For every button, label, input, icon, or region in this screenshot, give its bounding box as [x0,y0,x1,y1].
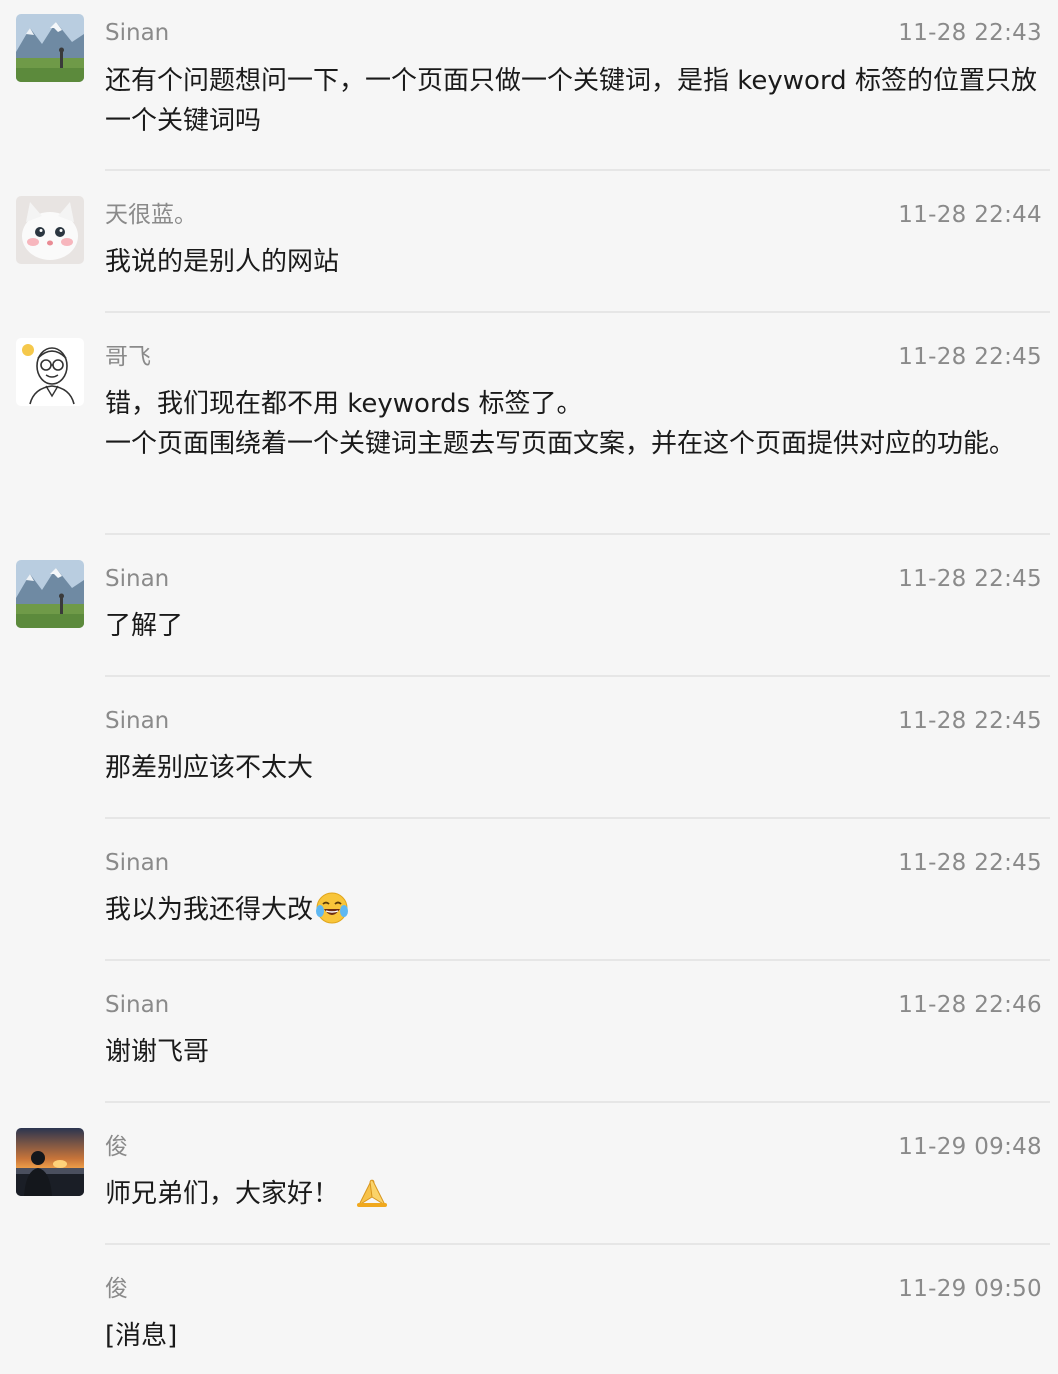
message-text[interactable]: 还有个问题想问一下，一个页面只做一个关键词，是指 keyword 标签的位置只放… [105,61,1043,141]
message-time: 11-28 22:45 [898,850,1042,876]
sender-name: 俊 [105,1134,128,1160]
chat-history: Sinan 11-28 22:43 还有个问题想问一下，一个页面只做一个关键词，… [0,0,1058,1374]
chat-message[interactable]: Sinan 11-28 22:45 我以为我还得大改 [0,819,1058,961]
message-text[interactable]: 错，我们现在都不用 keywords 标签了。 一个页面围绕着一个关键词主题去写… [105,384,1043,464]
message-line: 还有个问题想问一下，一个页面只做一个关键词，是指 keyword 标签的位置只放… [105,66,1037,136]
mountain-landscape-icon [16,14,84,82]
avatar[interactable] [16,1128,84,1196]
sender-name: 天很蓝。 [105,202,197,228]
chat-message[interactable]: Sinan 11-28 22:45 那差别应该不太大 [0,677,1058,819]
chat-message[interactable]: 俊 11-29 09:50 [消息] [0,1245,1058,1374]
message-line: 我说的是别人的网站 [105,247,340,277]
glasses-man-sketch-icon [16,338,84,406]
chat-message[interactable]: 哥飞 11-28 22:45 错，我们现在都不用 keywords 标签了。 一… [0,313,1058,535]
message-time: 11-28 22:43 [898,20,1042,46]
laughing-crying-emoji-icon [315,891,349,925]
sender-name: 哥飞 [105,344,151,370]
message-text[interactable]: 师兄弟们，大家好！ [105,1174,1043,1214]
message-line: 谢谢飞哥 [105,1037,210,1067]
chat-message[interactable]: 俊 11-29 09:48 师兄弟们，大家好！ [0,1103,1058,1245]
sender-name: 俊 [105,1276,128,1302]
chat-message[interactable]: Sinan 11-28 22:45 了解了 [0,535,1058,677]
message-line: [消息] [105,1321,178,1351]
avatar[interactable] [16,196,84,264]
chat-message[interactable]: Sinan 11-28 22:43 还有个问题想问一下，一个页面只做一个关键词，… [0,0,1058,171]
message-line: 我以为我还得大改 [105,895,314,925]
chat-message[interactable]: Sinan 11-28 22:46 谢谢飞哥 [0,961,1058,1103]
sender-name: Sinan [105,566,170,592]
message-time: 11-28 22:44 [898,202,1042,228]
message-time: 11-28 22:46 [898,992,1042,1018]
message-time: 11-28 22:45 [898,566,1042,592]
message-line: 那差别应该不太大 [105,753,314,783]
message-text[interactable]: 谢谢飞哥 [105,1032,1043,1072]
mountain-landscape-icon [16,560,84,628]
message-time: 11-29 09:50 [898,1276,1042,1302]
folded-hands-emoji-icon [355,1175,389,1209]
sender-name: Sinan [105,708,170,734]
message-time: 11-29 09:48 [898,1134,1042,1160]
sunset-silhouette-icon [16,1128,84,1196]
message-time: 11-28 22:45 [898,344,1042,370]
avatar[interactable] [16,560,84,628]
message-text[interactable]: 我说的是别人的网站 [105,242,1043,282]
white-cat-icon [16,196,84,264]
sender-name: Sinan [105,20,170,46]
message-line: 一个页面围绕着一个关键词主题去写页面文案，并在这个页面提供对应的功能。 [105,429,1016,459]
sender-name: Sinan [105,850,170,876]
message-text[interactable]: 我以为我还得大改 [105,890,1043,930]
avatar[interactable] [16,338,84,406]
message-text[interactable]: 了解了 [105,606,1043,646]
sender-name: Sinan [105,992,170,1018]
message-time: 11-28 22:45 [898,708,1042,734]
message-line: 师兄弟们，大家好！ [105,1179,340,1209]
message-line: 了解了 [105,611,184,641]
message-text[interactable]: 那差别应该不太大 [105,748,1043,788]
chat-message[interactable]: 天很蓝。 11-28 22:44 我说的是别人的网站 [0,171,1058,313]
message-text[interactable]: [消息] [105,1316,1043,1356]
avatar[interactable] [16,14,84,82]
message-line: 错，我们现在都不用 keywords 标签了。 [105,389,583,419]
